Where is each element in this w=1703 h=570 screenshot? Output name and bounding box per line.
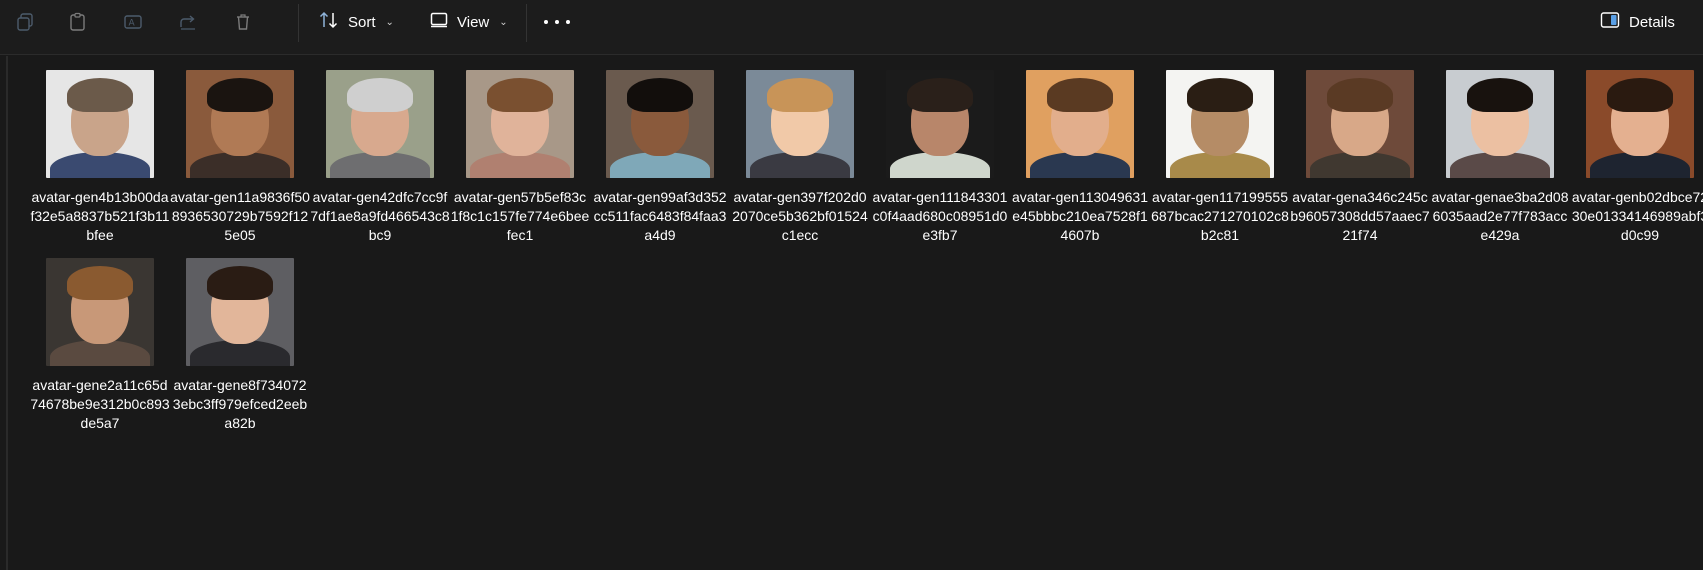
image-thumbnail xyxy=(886,70,994,178)
thumbnail-hair xyxy=(1607,78,1673,112)
thumbnail-hair xyxy=(67,78,133,112)
view-icon xyxy=(429,11,449,33)
file-view: avatar-gen4b13b00daf32e5a8837b521f3b11bf… xyxy=(0,56,1703,570)
thumbnail-hair xyxy=(1187,78,1253,112)
image-thumbnail xyxy=(606,70,714,178)
svg-text:A: A xyxy=(129,19,136,29)
image-thumbnail xyxy=(746,70,854,178)
more-dot xyxy=(566,20,570,24)
more-dot xyxy=(544,20,548,24)
chevron-down-icon: ⌄ xyxy=(385,16,394,28)
file-item[interactable]: avatar-gen99af3d352cc511fac6483f84faa3a4… xyxy=(590,70,730,258)
thumbnail-hair xyxy=(347,78,413,112)
file-item[interactable]: avatar-gen397f202d02070ce5b362bf01524c1e… xyxy=(730,70,870,258)
file-item[interactable]: avatar-gen11a9836f508936530729b7592f125e… xyxy=(170,70,310,258)
delete-icon[interactable] xyxy=(228,10,258,34)
file-name: avatar-gen42dfc7cc9f7df1ae8a9fd466543c8b… xyxy=(310,189,450,243)
file-item[interactable]: avatar-genae3ba2d086035aad2e77f783acce42… xyxy=(1430,70,1570,258)
file-item[interactable]: avatar-gen113049631e45bbbc210ea7528f1460… xyxy=(1010,70,1150,258)
chevron-down-icon: ⌄ xyxy=(499,16,508,28)
toolbar-divider xyxy=(526,4,527,42)
sort-button[interactable]: Sort ⌄ xyxy=(318,10,394,34)
toolbar-divider xyxy=(298,4,299,42)
thumbnail-hair xyxy=(907,78,973,112)
file-item[interactable]: avatar-gen57b5ef83c1f8c1c157fe774e6beefe… xyxy=(450,70,590,258)
file-item[interactable]: avatar-gena346c245cb96057308dd57aaec721f… xyxy=(1290,70,1430,258)
view-label: View xyxy=(457,13,490,31)
thumbnail-hair xyxy=(1467,78,1533,112)
file-name: avatar-gen111843301c0f4aad680c08951d0e3f… xyxy=(872,189,1008,243)
thumbnail-hair xyxy=(767,78,833,112)
thumbnail-hair xyxy=(627,78,693,112)
thumbnail-hair xyxy=(207,266,273,300)
file-name: avatar-gena346c245cb96057308dd57aaec721f… xyxy=(1290,189,1430,243)
sort-label: Sort xyxy=(348,13,376,31)
thumbnail-hair xyxy=(1047,78,1113,112)
image-thumbnail xyxy=(1446,70,1554,178)
file-item[interactable]: avatar-gene8f7340723ebc3ff979efced2eeba8… xyxy=(170,258,310,446)
details-label: Details xyxy=(1629,13,1675,31)
file-name: avatar-gen113049631e45bbbc210ea7528f1460… xyxy=(1012,189,1148,243)
file-item[interactable]: avatar-gen117199555687bcac271270102c8b2c… xyxy=(1150,70,1290,258)
file-name: avatar-gen57b5ef83c1f8c1c157fe774e6beefe… xyxy=(450,189,590,243)
thumbnail-hair xyxy=(487,78,553,112)
file-name: avatar-gen397f202d02070ce5b362bf01524c1e… xyxy=(732,189,868,243)
file-item[interactable]: avatar-gen42dfc7cc9f7df1ae8a9fd466543c8b… xyxy=(310,70,450,258)
command-bar: A Sort ⌄ View ⌄ Details xyxy=(0,0,1703,55)
file-name: avatar-genae3ba2d086035aad2e77f783acce42… xyxy=(1431,189,1569,243)
file-name: avatar-gen99af3d352cc511fac6483f84faa3a4… xyxy=(593,189,727,243)
file-grid: avatar-gen4b13b00daf32e5a8837b521f3b11bf… xyxy=(30,70,1703,446)
file-name: avatar-gen4b13b00daf32e5a8837b521f3b11bf… xyxy=(30,189,170,243)
copy-icon[interactable] xyxy=(10,10,40,34)
image-thumbnail xyxy=(186,70,294,178)
details-button[interactable]: Details xyxy=(1600,10,1675,34)
more-options-button[interactable] xyxy=(544,12,570,32)
file-name: avatar-genb02dbce7230e01334146989abf3d0c… xyxy=(1571,189,1703,243)
rename-icon[interactable]: A xyxy=(118,10,148,34)
details-pane-icon xyxy=(1600,11,1620,33)
paste-icon[interactable] xyxy=(63,10,93,34)
image-thumbnail xyxy=(1586,70,1694,178)
more-dot xyxy=(555,20,559,24)
file-item[interactable]: avatar-gen111843301c0f4aad680c08951d0e3f… xyxy=(870,70,1010,258)
image-thumbnail xyxy=(46,258,154,366)
thumbnail-hair xyxy=(207,78,273,112)
image-thumbnail xyxy=(186,258,294,366)
sort-icon xyxy=(318,10,340,34)
navigation-pane-edge[interactable] xyxy=(6,56,8,570)
file-name: avatar-gen11a9836f508936530729b7592f125e… xyxy=(170,189,310,243)
image-thumbnail xyxy=(466,70,574,178)
share-icon[interactable] xyxy=(173,10,203,34)
thumbnail-hair xyxy=(67,266,133,300)
image-thumbnail xyxy=(1306,70,1414,178)
thumbnail-hair xyxy=(1327,78,1393,112)
file-name: avatar-gene8f7340723ebc3ff979efced2eeba8… xyxy=(172,377,308,431)
image-thumbnail xyxy=(326,70,434,178)
image-thumbnail xyxy=(1026,70,1134,178)
image-thumbnail xyxy=(46,70,154,178)
view-button[interactable]: View ⌄ xyxy=(429,10,508,34)
image-thumbnail xyxy=(1166,70,1274,178)
file-name: avatar-gen117199555687bcac271270102c8b2c… xyxy=(1151,189,1289,243)
file-item[interactable]: avatar-genb02dbce7230e01334146989abf3d0c… xyxy=(1570,70,1703,258)
file-item[interactable]: avatar-gen4b13b00daf32e5a8837b521f3b11bf… xyxy=(30,70,170,258)
file-item[interactable]: avatar-gene2a11c65d74678be9e312b0c893de5… xyxy=(30,258,170,446)
file-name: avatar-gene2a11c65d74678be9e312b0c893de5… xyxy=(30,377,170,431)
